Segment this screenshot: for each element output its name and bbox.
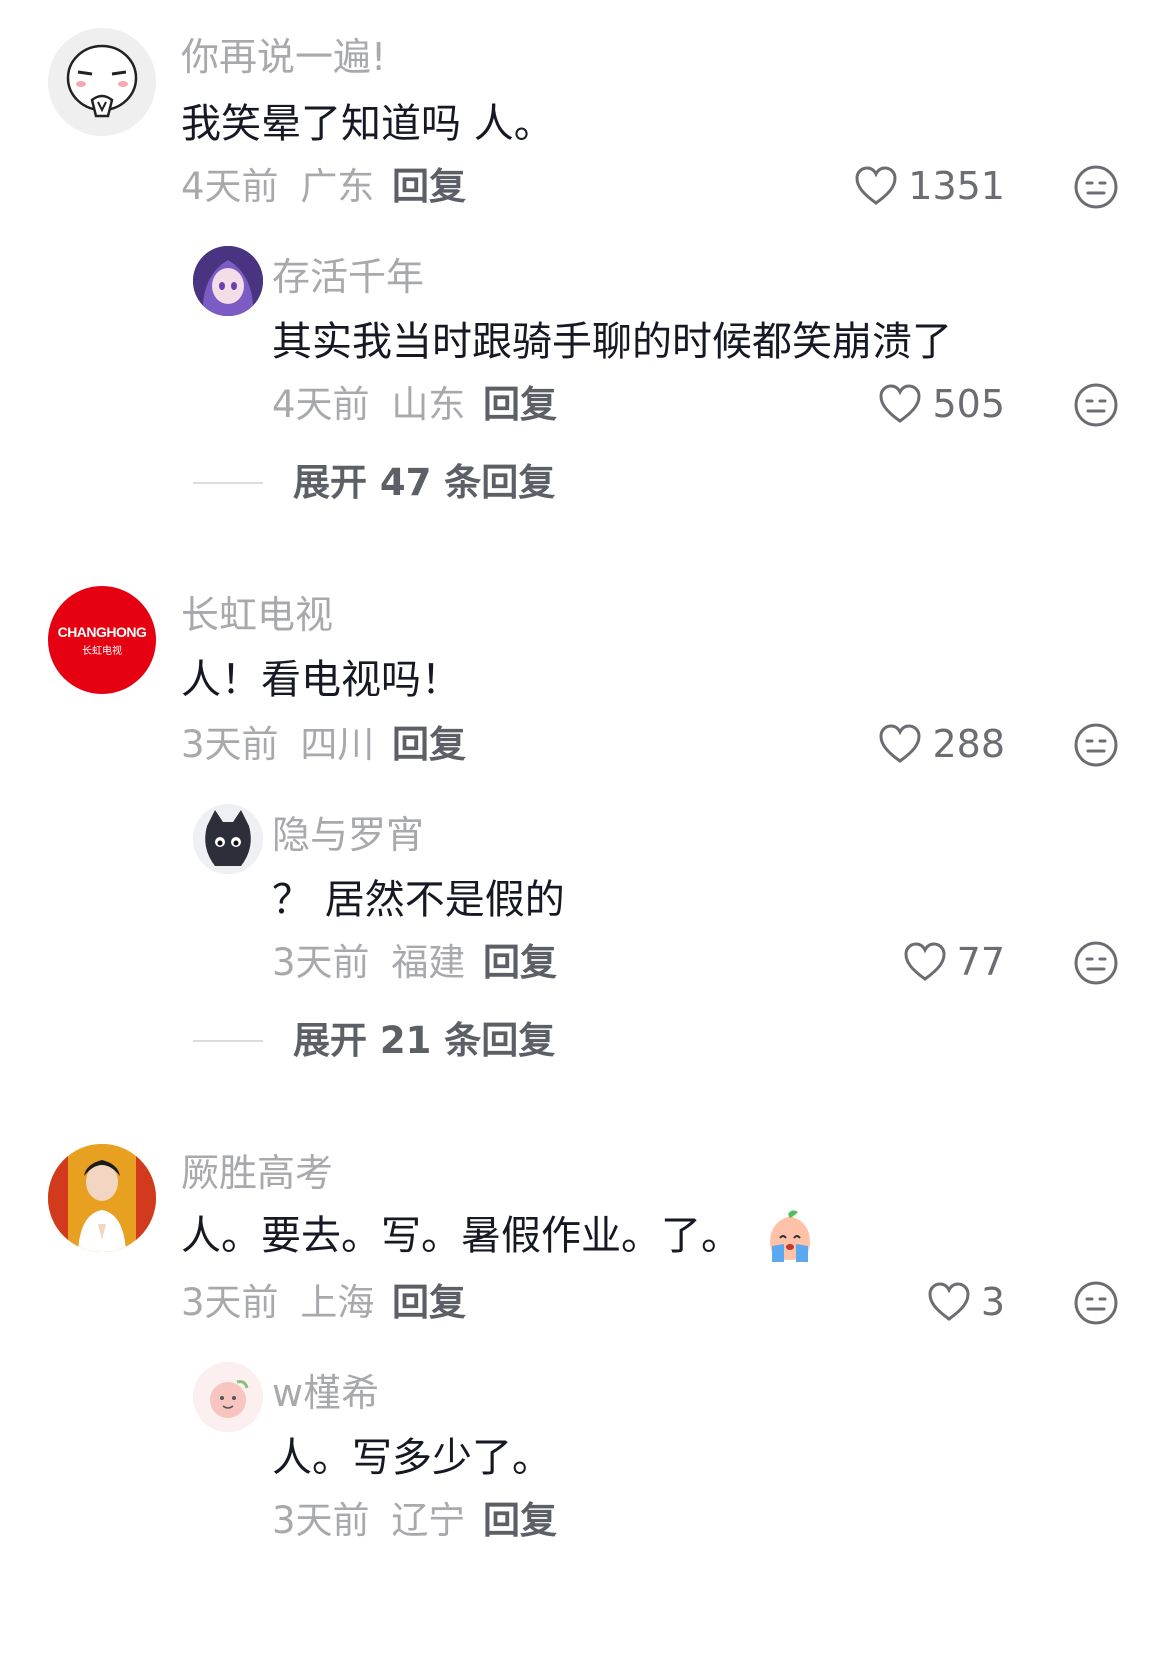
avatar[interactable]: [193, 804, 263, 874]
comment-region: 福建: [391, 941, 466, 984]
comment-time-ago: 3天前: [181, 1281, 279, 1324]
comment-text: 人。写多少了。: [272, 1435, 552, 1481]
like-button[interactable]: 77: [903, 942, 1005, 982]
avatar[interactable]: [193, 1362, 263, 1432]
comment-time-ago: 3天前: [181, 723, 279, 766]
comment-text: ？ 居然不是假的: [272, 877, 565, 923]
neutral-face-icon[interactable]: [1073, 940, 1119, 986]
comment-time-ago: 4天前: [181, 165, 279, 208]
comment-time: 3天前 上海: [181, 1284, 374, 1321]
heart-outline-icon: [879, 724, 921, 763]
reply-button[interactable]: 回复: [392, 168, 466, 205]
like-button[interactable]: 505: [878, 384, 1005, 424]
like-count: 505: [932, 382, 1005, 426]
peach-cartoon-avatar: [193, 1362, 263, 1432]
reply-button[interactable]: 回复: [392, 1284, 466, 1321]
comment-region: 辽宁: [391, 1499, 466, 1542]
like-count: 1351: [908, 164, 1005, 208]
comment-time-ago: 3天前: [272, 1499, 370, 1542]
black-cat-avatar: [193, 804, 263, 874]
avatar[interactable]: [193, 246, 263, 316]
comment-author[interactable]: 厥胜高考: [181, 1154, 333, 1192]
crying-peach-emoji: [769, 1210, 810, 1262]
heart-outline-icon: [855, 166, 897, 205]
cartoon-face-icon: [48, 28, 156, 136]
comment-text: 人。要去。写。暑假作业。了。: [181, 1208, 818, 1264]
avatar[interactable]: CHANGHONG 长虹电视: [48, 586, 156, 694]
comment-time: 3天前 辽宁: [272, 1502, 465, 1539]
comment-time: 3天前 福建: [272, 944, 465, 981]
like-count: 3: [980, 1280, 1005, 1324]
comment-author[interactable]: w槿希: [272, 1374, 379, 1412]
comment-text: 人！看电视吗！: [181, 657, 461, 703]
comment-region: 上海: [300, 1281, 375, 1324]
like-button[interactable]: 288: [878, 724, 1005, 764]
like-count: 77: [956, 940, 1005, 984]
expand-replies-label: 展开 47 条回复: [293, 461, 556, 504]
anime-girl-avatar: [193, 246, 263, 316]
heart-outline-icon: [879, 384, 921, 423]
comment-author[interactable]: 隐与罗宵: [272, 816, 424, 854]
comment-time: 4天前 广东: [181, 168, 374, 205]
comment-time-ago: 3天前: [272, 941, 370, 984]
comment-author[interactable]: 你再说一遍!: [181, 38, 386, 76]
heart-outline-icon: [904, 942, 946, 981]
comment-region: 山东: [391, 383, 466, 426]
divider: [193, 481, 263, 484]
comment-region: 广东: [300, 165, 375, 208]
like-button[interactable]: 1351: [854, 166, 1005, 206]
changhong-logo-sub: 长虹电视: [82, 645, 122, 657]
expand-replies-label: 展开 21 条回复: [293, 1019, 556, 1062]
changhong-logo: CHANGHONG: [57, 623, 147, 640]
reply-button[interactable]: 回复: [483, 1502, 557, 1539]
comment-time-ago: 4天前: [272, 383, 370, 426]
divider: [193, 1039, 263, 1042]
comment-time: 4天前 山东: [272, 386, 465, 423]
neutral-face-icon[interactable]: [1073, 1280, 1119, 1326]
reply-button[interactable]: 回复: [392, 726, 466, 763]
comment-author[interactable]: 长虹电视: [181, 596, 333, 634]
neutral-face-icon[interactable]: [1073, 382, 1119, 428]
neutral-face-icon[interactable]: [1073, 164, 1119, 210]
expand-replies-button[interactable]: 展开 47 条回复: [193, 464, 555, 501]
comment-author[interactable]: 存活千年: [272, 258, 424, 296]
reply-button[interactable]: 回复: [483, 386, 557, 423]
like-count: 288: [932, 722, 1005, 766]
person-praying-avatar: [48, 1144, 156, 1252]
avatar[interactable]: [48, 28, 156, 136]
expand-replies-button[interactable]: 展开 21 条回复: [193, 1022, 555, 1059]
comment-text: 我笑晕了知道吗 人。: [181, 101, 554, 147]
comment-text: 其实我当时跟骑手聊的时候都笑崩溃了: [272, 319, 952, 365]
comment-text-content: 人。要去。写。暑假作业。了。: [181, 1213, 741, 1259]
reply-button[interactable]: 回复: [483, 944, 557, 981]
comment-region: 四川: [300, 723, 375, 766]
comment-time: 3天前 四川: [181, 726, 374, 763]
avatar[interactable]: [48, 1144, 156, 1252]
heart-outline-icon: [928, 1282, 970, 1321]
neutral-face-icon[interactable]: [1073, 722, 1119, 768]
like-button[interactable]: 3: [927, 1282, 1005, 1322]
